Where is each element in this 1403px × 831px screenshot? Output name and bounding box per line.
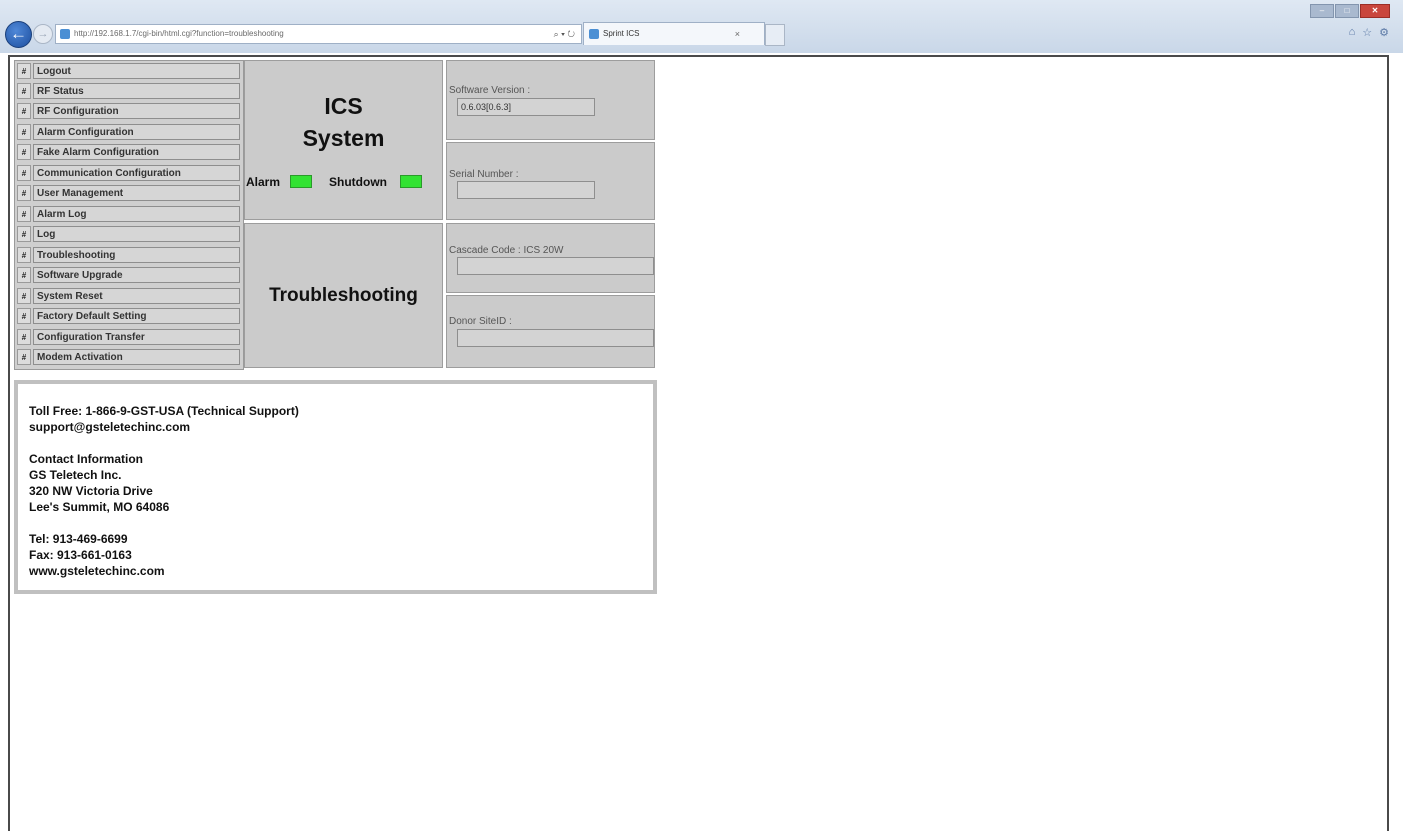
company-name: GS Teletech Inc. <box>29 468 122 482</box>
serial-number-label: Serial Number : <box>449 169 519 180</box>
nav-marker: # <box>17 247 31 263</box>
nav-button-label[interactable]: Logout <box>33 63 240 79</box>
nav-button-label[interactable]: Software Upgrade <box>33 267 240 283</box>
home-icon[interactable]: ⌂ <box>1349 26 1356 39</box>
address-url[interactable]: http://192.168.1.7/cgi-bin/html.cgi?func… <box>74 25 284 43</box>
nav-marker: # <box>17 83 31 99</box>
nav-button-label[interactable]: RF Status <box>33 83 240 99</box>
cascade-code-panel: Cascade Code : ICS 20W <box>446 223 655 293</box>
serial-number-field <box>457 181 595 199</box>
nav-button-label[interactable]: Modem Activation <box>33 349 240 365</box>
page-title: Troubleshooting <box>269 285 418 306</box>
nav-item-rf-configuration[interactable]: # RF Configuration <box>17 103 240 119</box>
nav-item-user-management[interactable]: # User Management <box>17 185 240 201</box>
nav-button-label[interactable]: System Reset <box>33 288 240 304</box>
page-title-panel: Troubleshooting <box>244 223 443 368</box>
nav-item-alarm-configuration[interactable]: # Alarm Configuration <box>17 124 240 140</box>
nav-marker: # <box>17 63 31 79</box>
nav-marker: # <box>17 329 31 345</box>
nav-marker: # <box>17 267 31 283</box>
search-refresh-icon[interactable]: ⌕ ▾ ↻ <box>554 25 575 43</box>
forward-arrow-icon[interactable]: → <box>33 24 53 44</box>
serial-number-panel: Serial Number : <box>446 142 655 220</box>
minimize-icon[interactable]: – <box>1310 4 1334 18</box>
cascade-code-field <box>457 257 654 275</box>
nav-button-label[interactable]: User Management <box>33 185 240 201</box>
status-indicators: Alarm Shutdown <box>245 174 442 190</box>
nav-marker: # <box>17 349 31 365</box>
address-bar[interactable]: http://192.168.1.7/cgi-bin/html.cgi?func… <box>55 24 582 44</box>
shutdown-label: Shutdown <box>329 175 387 189</box>
nav-item-software-upgrade[interactable]: # Software Upgrade <box>17 267 240 283</box>
favorites-star-icon[interactable]: ☆ <box>1362 26 1372 39</box>
gear-icon[interactable]: ⚙ <box>1379 26 1389 39</box>
nav-marker: # <box>17 206 31 222</box>
browser-tools: ⌂ ☆ ⚙ <box>1349 26 1389 39</box>
toll-free-line: Toll Free: 1-866-9-GST-USA (Technical Su… <box>29 404 299 418</box>
left-nav: # Logout # RF Status # RF Configuration # Al… <box>14 60 244 370</box>
donor-siteid-field <box>457 329 654 347</box>
nav-button-label[interactable]: Communication Configuration <box>33 165 240 181</box>
nav-item-alarm-log[interactable]: # Alarm Log <box>17 206 240 222</box>
software-version-panel: Software Version : 0.6.03[0.6.3] <box>446 60 655 140</box>
nav-item-modem-activation[interactable]: # Modem Activation <box>17 349 240 365</box>
nav-item-fake-alarm-configuration[interactable]: # Fake Alarm Configuration <box>17 144 240 160</box>
nav-item-rf-status[interactable]: # RF Status <box>17 83 240 99</box>
close-window-icon[interactable]: ✕ <box>1360 4 1390 18</box>
support-email: support@gsteletechinc.com <box>29 420 191 434</box>
website: www.gsteletechinc.com <box>29 564 165 578</box>
alarm-label: Alarm <box>246 175 281 189</box>
street-address: 320 NW Victoria Drive <box>29 484 153 498</box>
nav-marker: # <box>17 308 31 324</box>
nav-item-logout[interactable]: # Logout <box>17 63 240 79</box>
donor-siteid-panel: Donor SiteID : <box>446 295 655 368</box>
shutdown-led-indicator <box>400 175 422 188</box>
city-address: Lee's Summit, MO 64086 <box>29 500 170 514</box>
software-version-field: 0.6.03[0.6.3] <box>457 98 595 116</box>
page-viewport: # Logout # RF Status # RF Configuration # Al… <box>8 55 1389 831</box>
nav-marker: # <box>17 103 31 119</box>
nav-marker: # <box>17 124 31 140</box>
nav-button-label[interactable]: RF Configuration <box>33 103 240 119</box>
new-tab-button[interactable] <box>765 24 785 46</box>
browser-chrome: ← → http://192.168.1.7/cgi-bin/html.cgi?… <box>0 0 1403 53</box>
nav-button-label[interactable]: Configuration Transfer <box>33 329 240 345</box>
nav-button-label[interactable]: Fake Alarm Configuration <box>33 144 240 160</box>
telephone: Tel: 913-469-6699 <box>29 532 128 546</box>
back-arrow-icon[interactable]: ← <box>5 21 32 48</box>
nav-button-label[interactable]: Factory Default Setting <box>33 308 240 324</box>
nav-marker: # <box>17 185 31 201</box>
window-controls: – □ ✕ <box>1310 4 1390 18</box>
nav-button-label[interactable]: Log <box>33 226 240 242</box>
fax: Fax: 913-661-0163 <box>29 548 132 562</box>
nav-button-label[interactable]: Alarm Configuration <box>33 124 240 140</box>
contact-heading: Contact Information <box>29 452 143 466</box>
system-title-line1: ICS <box>324 93 363 119</box>
nav-item-troubleshooting[interactable]: # Troubleshooting <box>17 247 240 263</box>
page-icon <box>60 29 70 39</box>
nav-marker: # <box>17 165 31 181</box>
donor-siteid-label: Donor SiteID : <box>449 316 512 327</box>
contact-box: Toll Free: 1-866-9-GST-USA (Technical Su… <box>14 380 657 594</box>
system-status-panel: ICS System Alarm Shutdown <box>244 60 443 220</box>
tab-title: Sprint ICS <box>603 29 640 38</box>
system-title-line2: System <box>302 125 385 151</box>
nav-item-communication-configuration[interactable]: # Communication Configuration <box>17 165 240 181</box>
nav-item-configuration-transfer[interactable]: # Configuration Transfer <box>17 329 240 345</box>
nav-marker: # <box>17 288 31 304</box>
nav-marker: # <box>17 226 31 242</box>
alarm-led-indicator <box>290 175 312 188</box>
maximize-icon[interactable]: □ <box>1335 4 1359 18</box>
nav-item-system-reset[interactable]: # System Reset <box>17 288 240 304</box>
browser-tab[interactable]: Sprint ICS × <box>583 22 765 45</box>
cascade-code-label: Cascade Code : ICS 20W <box>449 245 564 256</box>
nav-button-label[interactable]: Troubleshooting <box>33 247 240 263</box>
software-version-label: Software Version : <box>449 85 531 96</box>
nav-button-label[interactable]: Alarm Log <box>33 206 240 222</box>
nav-item-factory-default-setting[interactable]: # Factory Default Setting <box>17 308 240 324</box>
nav-marker: # <box>17 144 31 160</box>
nav-item-log[interactable]: # Log <box>17 226 240 242</box>
tab-page-icon <box>589 29 599 39</box>
tab-close-icon[interactable]: × <box>735 23 740 45</box>
